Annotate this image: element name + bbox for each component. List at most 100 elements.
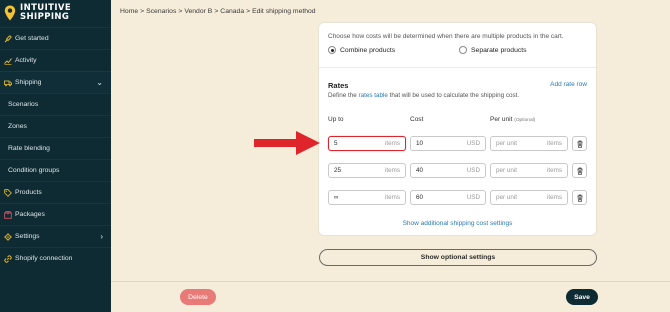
chevron-right-icon: › (100, 232, 103, 241)
delete-row-button[interactable] (572, 190, 587, 205)
sidebar-item-activity[interactable]: Activity (0, 49, 111, 71)
up-to-unit: items (384, 140, 400, 147)
per-unit-placeholder: per unit (496, 167, 518, 174)
delete-button[interactable]: Delete (180, 289, 216, 305)
sidebar: INTUITIVE SHIPPING Get started Activity … (0, 0, 111, 312)
rates-desc-after: that will be used to calculate the shipp… (389, 92, 520, 99)
cost-input[interactable]: 40 USD (410, 163, 486, 178)
show-additional-settings-link[interactable]: Show additional shipping cost settings (319, 220, 596, 227)
column-header-cost: Cost (410, 116, 424, 123)
currency-label: USD (466, 167, 480, 174)
currency-label: USD (466, 140, 480, 147)
rates-description: Define the rates table that will be used… (328, 92, 519, 99)
rocket-icon (4, 35, 12, 43)
sidebar-item-settings[interactable]: Settings › (0, 225, 111, 247)
sidebar-item-products[interactable]: Products (0, 181, 111, 203)
brand-line-2: SHIPPING (20, 12, 70, 22)
up-to-value: 5 (334, 140, 338, 147)
sidebar-item-label: Scenarios (8, 101, 39, 108)
sidebar-item-label: Rate blending (8, 145, 50, 152)
sidebar-item-label: Shopify connection (15, 255, 73, 262)
up-to-input[interactable]: 5 items (328, 136, 406, 151)
cost-value: 40 (416, 167, 424, 174)
breadcrumb-vendor[interactable]: Vendor B (184, 8, 212, 15)
link-icon (4, 254, 12, 263)
trash-icon (577, 167, 582, 175)
radio-indicator[interactable] (459, 46, 467, 54)
add-rate-row-link[interactable]: Add rate row (550, 81, 587, 88)
radio-selected-indicator[interactable] (328, 46, 336, 54)
save-button[interactable]: Save (566, 289, 598, 305)
trash-icon (577, 194, 582, 202)
sidebar-item-label: Packages (15, 211, 45, 218)
cost-input[interactable]: 60 USD (410, 190, 486, 205)
package-icon (4, 210, 12, 219)
sidebar-item-get-started[interactable]: Get started (0, 27, 111, 49)
sidebar-item-zones[interactable]: Zones (0, 115, 111, 137)
chevron-down-icon: ⌄ (96, 78, 103, 87)
cart-hint-text: Choose how costs will be determined when… (328, 33, 564, 40)
breadcrumb-zone[interactable]: Canada (220, 8, 244, 15)
per-unit-input[interactable]: per unit items (490, 163, 568, 178)
rates-table-link[interactable]: rates table (358, 92, 387, 99)
sidebar-item-label: Products (15, 189, 42, 196)
per-unit-unit: items (546, 194, 562, 201)
column-header-up-to: Up to (328, 116, 344, 123)
sidebar-item-shopify-connection[interactable]: Shopify connection (0, 247, 111, 269)
activity-icon (4, 57, 12, 65)
cost-value: 60 (416, 194, 424, 201)
per-unit-unit: items (546, 167, 562, 174)
up-to-input[interactable]: ∞ items (328, 190, 406, 205)
annotation-arrow-icon (254, 131, 320, 155)
sidebar-item-label: Activity (15, 57, 37, 64)
divider (319, 67, 596, 68)
location-pin-icon (4, 5, 16, 21)
sidebar-item-label: Zones (8, 123, 27, 130)
sidebar-item-label: Get started (15, 35, 49, 42)
per-unit-input[interactable]: per unit items (490, 136, 568, 151)
up-to-unit: items (384, 167, 400, 174)
gear-icon (4, 232, 12, 241)
sidebar-item-label: Shipping (15, 79, 42, 86)
sidebar-item-scenarios[interactable]: Scenarios (0, 93, 111, 115)
sidebar-item-label: Settings (15, 233, 40, 240)
per-unit-placeholder: per unit (496, 194, 518, 201)
sidebar-item-shipping[interactable]: Shipping ⌄ (0, 71, 111, 93)
delete-row-button[interactable] (572, 163, 587, 178)
radio-label: Separate products (471, 46, 527, 54)
footer-divider (111, 281, 670, 282)
tag-icon (4, 188, 12, 197)
shipping-method-card: Choose how costs will be determined when… (318, 22, 597, 236)
show-optional-settings-button[interactable]: Show optional settings (319, 249, 597, 266)
per-unit-unit: items (546, 140, 562, 147)
up-to-value: ∞ (334, 194, 339, 201)
truck-icon (4, 79, 12, 87)
currency-label: USD (466, 194, 480, 201)
column-header-per-unit: Per unit (Optional) (490, 116, 535, 123)
breadcrumb-scenarios[interactable]: Scenarios (146, 8, 176, 15)
cost-input[interactable]: 10 USD (410, 136, 486, 151)
up-to-unit: items (384, 194, 400, 201)
breadcrumb: Home > Scenarios > Vendor B > Canada > Edit ship… (120, 8, 316, 15)
brand-logo[interactable]: INTUITIVE SHIPPING (0, 0, 111, 26)
sidebar-item-packages[interactable]: Packages (0, 203, 111, 225)
sidebar-item-rate-blending[interactable]: Rate blending (0, 137, 111, 159)
radio-separate-products[interactable]: Separate products (459, 46, 527, 54)
up-to-input[interactable]: 25 items (328, 163, 406, 178)
sidebar-item-label: Condition groups (8, 167, 60, 174)
trash-icon (577, 140, 582, 148)
sidebar-item-condition-groups[interactable]: Condition groups (0, 159, 111, 181)
cost-value: 10 (416, 140, 424, 147)
breadcrumb-current: Edit shipping method (252, 8, 316, 15)
optional-note: (Optional) (514, 118, 536, 123)
delete-row-button[interactable] (572, 136, 587, 151)
per-unit-label: Per unit (490, 116, 513, 123)
up-to-value: 25 (334, 167, 342, 174)
radio-combine-products[interactable]: Combine products (328, 46, 395, 54)
rates-desc-before: Define the (328, 92, 357, 99)
breadcrumb-home[interactable]: Home (120, 8, 138, 15)
radio-label: Combine products (340, 46, 396, 54)
per-unit-placeholder: per unit (496, 140, 518, 147)
per-unit-input[interactable]: per unit items (490, 190, 568, 205)
rates-title: Rates (328, 81, 349, 90)
